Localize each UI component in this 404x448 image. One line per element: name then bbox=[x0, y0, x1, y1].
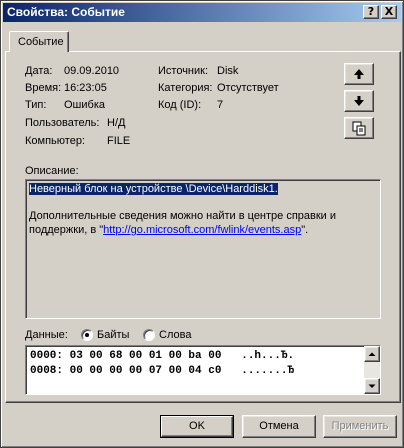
help-button[interactable]: ? bbox=[363, 5, 379, 19]
radio-bytes[interactable] bbox=[81, 329, 93, 341]
user-value: Н/Д bbox=[107, 117, 126, 129]
description-box[interactable]: Неверный блок на устройстве \Device\Hard… bbox=[25, 179, 381, 319]
data-label: Данные: bbox=[25, 329, 68, 341]
description-line-1: Неверный блок на устройстве \Device\Hard… bbox=[29, 183, 278, 195]
ok-button[interactable]: OK bbox=[160, 415, 234, 438]
user-label: Пользователь: bbox=[25, 117, 100, 129]
data-scrollbar[interactable] bbox=[364, 346, 380, 394]
copy-icon bbox=[352, 121, 366, 136]
description-label: Описание: bbox=[25, 165, 79, 177]
computer-label: Компьютер: bbox=[25, 135, 85, 147]
radio-selected-dot bbox=[85, 333, 89, 337]
time-value: 16:23:05 bbox=[64, 82, 107, 94]
data-row: 0008: 00 00 00 00 07 00 04 c0 .......Ђ bbox=[30, 365, 295, 377]
arrow-up-icon bbox=[354, 69, 364, 79]
properties-dialog: Свойства: Событие ? X Событие Дата: 09.0… bbox=[0, 0, 404, 448]
date-label: Дата: bbox=[25, 65, 53, 77]
radio-words[interactable] bbox=[143, 329, 155, 341]
previous-event-button[interactable] bbox=[344, 63, 374, 85]
scroll-down-arrow-icon bbox=[368, 384, 376, 388]
close-button[interactable]: X bbox=[381, 5, 397, 19]
description-line-3-prefix: поддержки, в " bbox=[29, 224, 104, 236]
date-value: 09.09.2010 bbox=[64, 65, 120, 77]
scroll-up-button[interactable] bbox=[364, 346, 380, 362]
category-label: Категория: bbox=[158, 82, 213, 94]
scroll-down-button[interactable] bbox=[364, 378, 380, 394]
scroll-up-arrow-icon bbox=[368, 352, 376, 356]
type-value: Ошибка bbox=[64, 99, 105, 111]
category-value: Отсутствует bbox=[217, 82, 279, 94]
code-label: Код (ID): bbox=[158, 99, 202, 111]
data-box[interactable]: 0000: 03 00 68 00 01 00 ba 00 ..h...Ђ. 0… bbox=[25, 345, 381, 395]
help-link[interactable]: http://go.microsoft.com/fwlink/events.as… bbox=[103, 224, 301, 236]
radio-words-label[interactable]: Слова bbox=[159, 329, 191, 341]
type-label: Тип: bbox=[25, 99, 47, 111]
next-event-button[interactable] bbox=[344, 90, 374, 112]
code-value: 7 bbox=[217, 99, 224, 111]
copy-button[interactable] bbox=[344, 117, 374, 139]
description-line-3-suffix: ". bbox=[301, 224, 309, 236]
tab-event[interactable]: Событие bbox=[9, 31, 69, 52]
ok-button-label: OK bbox=[161, 416, 233, 437]
arrow-down-icon bbox=[354, 96, 364, 106]
title-bar: Свойства: Событие ? X bbox=[3, 3, 401, 22]
radio-bytes-label[interactable]: Байты bbox=[97, 329, 129, 341]
description-line-2: Дополнительные сведения можно найти в це… bbox=[29, 210, 337, 222]
time-label: Время: bbox=[25, 82, 62, 94]
source-value: Disk bbox=[217, 65, 239, 77]
cancel-button[interactable]: Отмена bbox=[242, 415, 316, 438]
tab-event-label: Событие bbox=[18, 36, 64, 48]
computer-value: FILE bbox=[107, 135, 131, 147]
source-label: Источник: bbox=[158, 65, 209, 77]
apply-button[interactable]: Применить bbox=[323, 415, 397, 438]
data-row: 0000: 03 00 68 00 01 00 ba 00 ..h...Ђ. bbox=[30, 350, 295, 362]
window-title: Свойства: Событие bbox=[7, 5, 125, 19]
